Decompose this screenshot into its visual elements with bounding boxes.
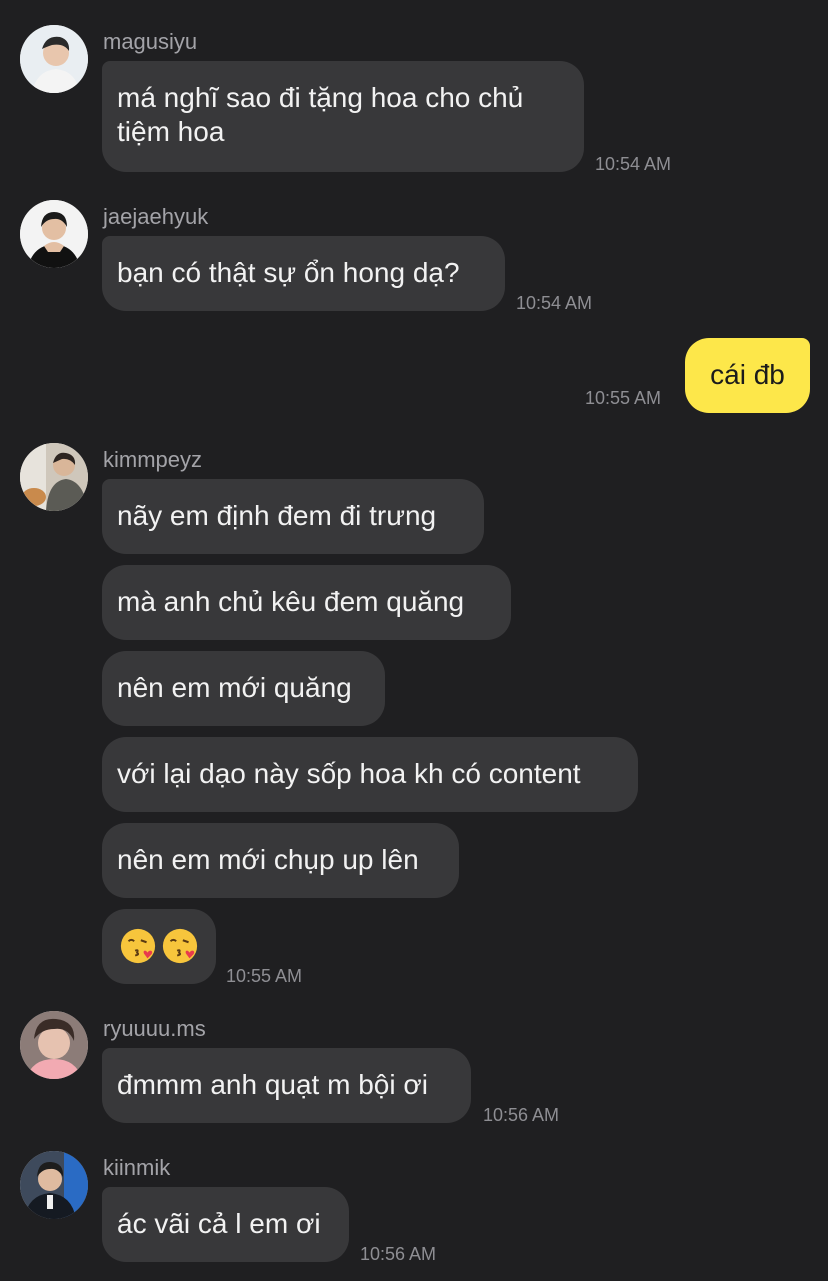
- message-text: mà anh chủ kêu đem quăng: [117, 586, 465, 617]
- message-text: cái đb: [710, 359, 785, 390]
- emoji-message-bubble[interactable]: [102, 909, 216, 984]
- message-text: má nghĩ sao đi tặng hoa cho chủ tiệm hoa: [117, 82, 524, 147]
- message-timestamp: 10:56 AM: [483, 1105, 560, 1125]
- message-bubble[interactable]: đmmm anh quạt m bội ơi: [102, 1048, 471, 1123]
- message-text: nên em mới quăng: [117, 672, 352, 703]
- message-bubble[interactable]: mà anh chủ kêu đem quăng: [102, 565, 511, 640]
- message-bubble[interactable]: nãy em định đem đi trưng: [102, 479, 484, 554]
- username[interactable]: kiinmik: [103, 1155, 170, 1181]
- avatar[interactable]: [20, 1011, 88, 1079]
- chat-thread: magusiyu má nghĩ sao đi tặng hoa cho chủ…: [0, 0, 828, 1281]
- emoji-row: [117, 928, 201, 964]
- message-bubble[interactable]: bạn có thật sự ổn hong dạ?: [102, 236, 505, 311]
- message-timestamp: 10:54 AM: [595, 154, 672, 174]
- avatar-photo-kimmpeyz: [20, 443, 88, 511]
- message-text: với lại dạo này sốp hoa kh có content: [117, 758, 581, 789]
- message-bubble[interactable]: ác vãi cả l em ơi: [102, 1187, 349, 1262]
- username[interactable]: jaejaehyuk: [103, 204, 208, 230]
- avatar-photo-jaejaehyuk: [20, 200, 88, 268]
- message-bubble[interactable]: nên em mới quăng: [102, 651, 385, 726]
- kissing-face-with-heart-icon: [120, 928, 156, 964]
- message-text: đmmm anh quạt m bội ơi: [117, 1069, 428, 1100]
- message-timestamp: 10:55 AM: [585, 388, 662, 408]
- kissing-face-with-heart-icon: [162, 928, 198, 964]
- avatar-photo-magusiyu: [20, 25, 88, 93]
- avatar[interactable]: [20, 25, 88, 93]
- message-bubble[interactable]: với lại dạo này sốp hoa kh có content: [102, 737, 638, 812]
- message-text: ác vãi cả l em ơi: [117, 1208, 321, 1239]
- message-timestamp: 10:54 AM: [516, 293, 593, 313]
- message-bubble[interactable]: má nghĩ sao đi tặng hoa cho chủ tiệm hoa: [102, 61, 584, 172]
- avatar-photo-kiinmik: [20, 1151, 88, 1219]
- username[interactable]: ryuuuu.ms: [103, 1016, 206, 1042]
- username[interactable]: kimmpeyz: [103, 447, 202, 473]
- message-text: nãy em định đem đi trưng: [117, 500, 437, 531]
- message-timestamp: 10:56 AM: [360, 1244, 437, 1264]
- message-text: bạn có thật sự ổn hong dạ?: [117, 257, 460, 288]
- message-text: nên em mới chụp up lên: [117, 844, 419, 875]
- avatar-photo-ryuuuu-ms: [20, 1011, 88, 1079]
- avatar[interactable]: [20, 443, 88, 511]
- username[interactable]: magusiyu: [103, 29, 197, 55]
- message-timestamp: 10:55 AM: [226, 966, 303, 986]
- message-bubble[interactable]: nên em mới chụp up lên: [102, 823, 459, 898]
- outgoing-message-bubble[interactable]: cái đb: [685, 338, 810, 413]
- avatar[interactable]: [20, 1151, 88, 1219]
- avatar[interactable]: [20, 200, 88, 268]
